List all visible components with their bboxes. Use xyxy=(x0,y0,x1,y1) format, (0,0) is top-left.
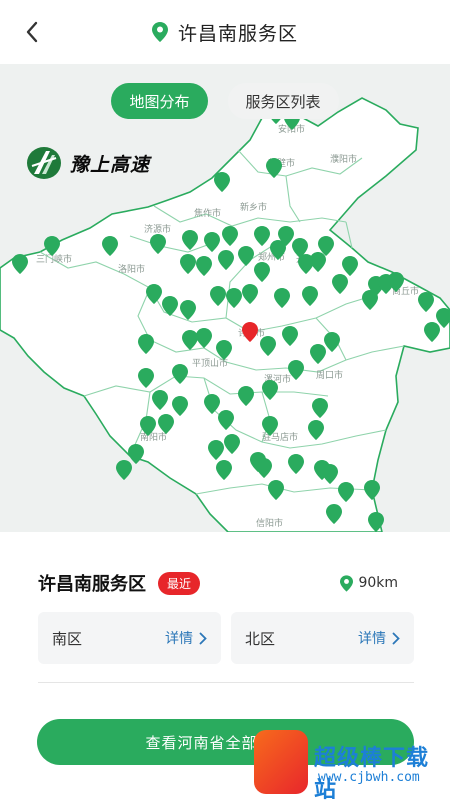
city-label: 信阳市 xyxy=(256,517,283,529)
view-tabs: 地图分布 服务区列表 xyxy=(0,83,450,119)
location-pin-icon xyxy=(340,574,354,592)
back-button[interactable] xyxy=(18,18,46,46)
detail-label: 详情 xyxy=(358,631,386,647)
service-area-pin[interactable] xyxy=(116,460,132,480)
nearest-badge: 最近 xyxy=(158,571,201,595)
city-label: 濮阳市 xyxy=(330,153,357,165)
north-zone-detail-link[interactable]: 详情 xyxy=(358,628,400,648)
south-zone-detail-link[interactable]: 详情 xyxy=(165,628,207,648)
north-zone-label: 北区 xyxy=(245,629,276,648)
service-area-info: 许昌南服务区 最近 90km xyxy=(38,570,398,596)
city-label: 新乡市 xyxy=(240,201,267,213)
location-pin-icon xyxy=(151,22,168,42)
tab-map-distribution[interactable]: 地图分布 xyxy=(111,83,208,119)
app-header: 许昌南服务区 xyxy=(0,0,450,64)
chevron-right-icon xyxy=(199,632,207,644)
brand-logo: 豫上高速 xyxy=(26,146,150,180)
divider xyxy=(38,682,414,683)
distance-info: 90km xyxy=(340,574,398,592)
city-label: 焦作市 xyxy=(194,207,221,219)
watermark-logo-icon xyxy=(254,730,308,794)
south-zone-label: 南区 xyxy=(52,629,83,648)
logo-text: 豫上高速 xyxy=(70,153,151,176)
city-label: 三门峡市 xyxy=(36,253,72,265)
city-label: 周口市 xyxy=(316,369,343,381)
south-zone-card[interactable]: 南区 详情 xyxy=(38,612,221,664)
chevron-right-icon xyxy=(392,632,400,644)
chevron-left-icon xyxy=(26,21,38,43)
highway-logo-icon xyxy=(27,147,61,179)
city-label: 济源市 xyxy=(144,223,171,235)
city-label: 洛阳市 xyxy=(118,263,145,275)
city-label: 南阳市 xyxy=(140,431,167,443)
watermark-url: www.cjbwh.com xyxy=(318,770,420,785)
detail-label: 详情 xyxy=(165,631,193,647)
distance-value: 90km xyxy=(358,575,398,591)
service-area-name: 许昌南服务区 xyxy=(38,574,146,595)
header-title-group: 许昌南服务区 xyxy=(151,19,298,46)
site-watermark: 超级棒下载站 www.cjbwh.com xyxy=(248,718,450,800)
city-label: 平顶山市 xyxy=(192,357,228,369)
tab-service-area-list[interactable]: 服务区列表 xyxy=(227,83,339,119)
service-area-pin[interactable] xyxy=(128,444,144,464)
map-view[interactable]: 安阳市鹤壁市濮阳市新乡市焦作市济源市三门峡市洛阳市郑州市开封市商丘市许昌市平顶山… xyxy=(0,64,450,532)
north-zone-card[interactable]: 北区 详情 xyxy=(231,612,414,664)
zone-cards: 南区 详情 北区 详情 xyxy=(38,612,414,664)
page-title: 许昌南服务区 xyxy=(177,22,298,45)
henan-map[interactable]: 安阳市鹤壁市濮阳市新乡市焦作市济源市三门峡市洛阳市郑州市开封市商丘市许昌市平顶山… xyxy=(0,64,450,532)
